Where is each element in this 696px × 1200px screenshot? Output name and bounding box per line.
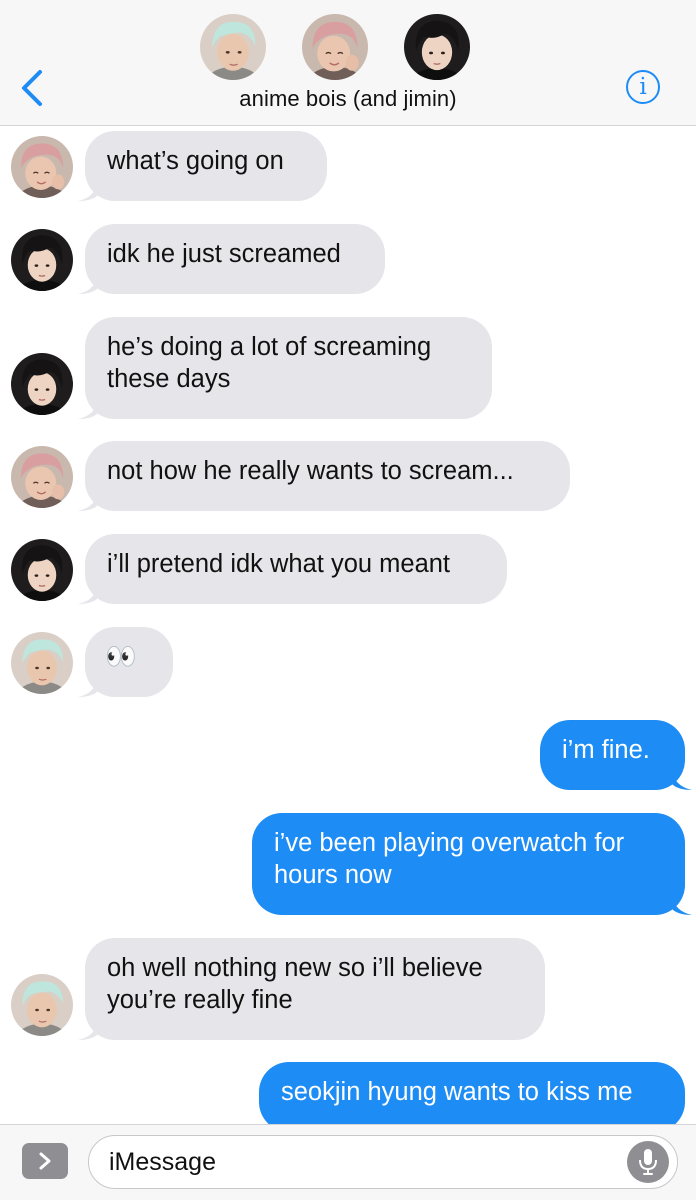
bubble-tail xyxy=(78,491,98,511)
avatar[interactable] xyxy=(302,14,368,80)
avatar-person-3-image xyxy=(404,14,470,80)
avatar-person-3-image xyxy=(11,229,73,291)
bubble-tail xyxy=(78,1020,98,1040)
message-text-line: i’ve been playing overwatch for xyxy=(274,829,625,857)
microphone-icon xyxy=(639,1149,657,1175)
message-text: seokjin hyung wants to kiss me xyxy=(281,1078,633,1106)
bubble-tail xyxy=(672,770,692,790)
message-text-line: oh well nothing new so i’ll believe xyxy=(107,954,483,982)
message-text: i’ll pretend idk what you meant xyxy=(107,550,451,578)
avatar[interactable] xyxy=(11,632,73,694)
avatar[interactable] xyxy=(404,14,470,80)
message-text: idk he just screamed xyxy=(107,240,341,268)
avatar[interactable] xyxy=(11,136,73,198)
bubble-tail xyxy=(78,181,98,201)
bubble-tail xyxy=(78,677,98,697)
participants-group[interactable] xyxy=(200,14,472,84)
avatar-person-2-image xyxy=(302,14,368,80)
eyes-emoji: 👀 xyxy=(105,643,137,671)
avatar-person-3-image xyxy=(11,353,73,415)
bubble-tail xyxy=(78,584,98,604)
apps-button[interactable] xyxy=(22,1143,68,1179)
message-bubble[interactable]: i’ll pretend idk what you meant xyxy=(78,534,507,604)
avatar-person-1-image xyxy=(200,14,266,80)
message-input-placeholder: iMessage xyxy=(109,1148,216,1176)
avatar-person-2-image xyxy=(11,136,73,198)
message-bubble[interactable]: not how he really wants to scream... xyxy=(78,441,570,511)
avatar-person-2-image xyxy=(11,446,73,508)
info-button[interactable]: i xyxy=(626,70,660,104)
message-text-line: these days xyxy=(107,365,231,393)
bubble-tail xyxy=(78,274,98,294)
avatar[interactable] xyxy=(200,14,266,80)
message-bubble[interactable]: oh well nothing new so i’ll believe you’… xyxy=(78,938,545,1040)
group-name[interactable]: anime bois (and jimin) xyxy=(0,86,696,112)
bubble-tail xyxy=(672,895,692,915)
message-bubble[interactable]: idk he just screamed xyxy=(78,224,385,294)
info-icon: i xyxy=(639,74,647,100)
message-text: what’s going on xyxy=(107,147,284,175)
avatar[interactable] xyxy=(11,974,73,1036)
message-text-line: he’s doing a lot of screaming xyxy=(107,333,432,361)
avatar[interactable] xyxy=(11,446,73,508)
bubble-tail xyxy=(78,399,98,419)
avatar[interactable] xyxy=(11,353,73,415)
avatar-person-1-image xyxy=(11,974,73,1036)
chevron-right-icon xyxy=(39,1152,51,1170)
message-text-line: hours now xyxy=(274,861,392,889)
message-bubble[interactable]: 👀 xyxy=(78,627,173,697)
microphone-button[interactable] xyxy=(627,1141,669,1183)
conversation-header: anime bois (and jimin) i xyxy=(0,0,696,126)
message-bubble[interactable]: he’s doing a lot of screaming these days xyxy=(78,317,492,419)
message-bubble[interactable]: seokjin hyung wants to kiss me xyxy=(259,1062,685,1132)
avatar-person-3-image xyxy=(11,539,73,601)
message-text-line: you’re really fine xyxy=(107,986,293,1014)
avatar[interactable] xyxy=(11,539,73,601)
message-bubble[interactable]: what’s going on xyxy=(78,131,327,201)
message-text: i’m fine. xyxy=(562,736,650,764)
message-bubble[interactable]: i’m fine. xyxy=(540,720,692,790)
message-text: not how he really wants to scream... xyxy=(107,457,514,485)
message-bubble[interactable]: i’ve been playing overwatch for hours no… xyxy=(252,813,692,915)
avatar-person-1-image xyxy=(11,632,73,694)
avatar[interactable] xyxy=(11,229,73,291)
message-input[interactable]: iMessage xyxy=(88,1135,678,1189)
composer-bar: iMessage xyxy=(0,1124,696,1200)
